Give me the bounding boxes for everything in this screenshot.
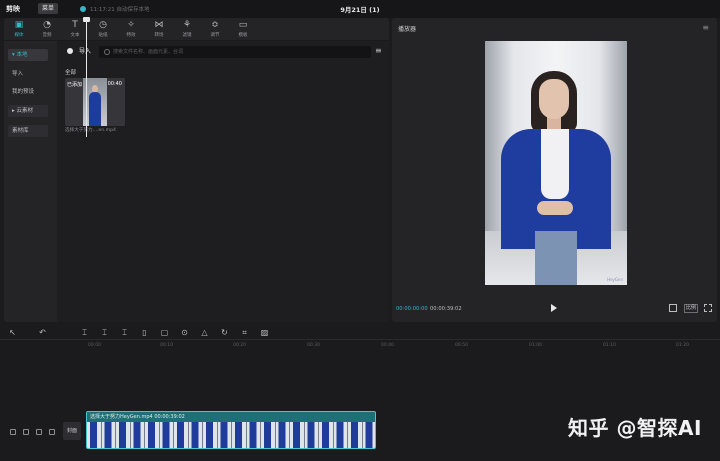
duration-badge: 00:40 [107,81,122,87]
crop-icon[interactable]: ⌗ [240,328,249,337]
preview-hands [537,201,573,215]
ruler-tick: 00:40 [381,343,394,348]
ruler-tick: 00:10 [160,343,173,348]
cursor-icon[interactable]: ↖ [8,328,17,337]
side-nav: ▾ 本地 导入 我的预设 ▸ 云素材 素材库 [4,41,52,322]
clip-filmstrip [87,422,375,448]
tab-transition[interactable]: ⋈ 转场 [146,20,172,40]
tab-audio[interactable]: ◔ 音频 [34,20,60,40]
tab-media[interactable]: ▣ 媒体 [6,20,32,40]
video-clip[interactable]: 选择大于努力HeyGen.mp4 00:00:39:02 [86,411,376,449]
tab-effects[interactable]: ✧ 特效 [118,20,144,40]
ruler-tick: 00:30 [307,343,320,348]
nav-cloud[interactable]: ▸ 云素材 [8,105,48,117]
transition-icon: ⋈ [154,20,164,30]
cover-button[interactable]: 封面 [63,422,81,440]
eye-icon[interactable] [36,429,42,435]
playhead-handle[interactable] [83,17,90,22]
delete-icon[interactable]: ▯ [140,328,149,337]
video-preview[interactable]: HeyGen [485,41,627,285]
total-timecode: 00:00:39:02 [430,306,462,312]
split-icon[interactable]: ⌶ [80,328,89,337]
tab-sticker[interactable]: ◷ 贴纸 [90,20,116,40]
nav-local[interactable]: ▾ 本地 [8,49,48,61]
tab-label: 文本 [70,33,80,38]
player-title: 播放器 [398,26,417,33]
tool-tabs: ▣ 媒体 ◔ 音频 T 文本 ◷ 贴纸 ✧ 特效 ⋈ 转场 ⚘ 滤镜 ≎ 调节 ▭ 模板 [4,18,389,41]
nav-my-presets[interactable]: 我的预设 [8,86,48,98]
heygen-watermark: HeyGen [607,277,623,282]
player-panel: 播放器 ≡ HeyGen 00:00:00:00 00:00:39:02 比例 [392,18,717,322]
import-button[interactable]: 导入 [79,46,91,55]
added-badge: 已添加 [67,82,83,88]
undo-icon[interactable]: ↶ [38,328,47,337]
list-view-icon[interactable]: ≡ [375,47,383,55]
section-label: 全部 [65,70,77,76]
tab-adjust[interactable]: ≎ 调节 [202,20,228,40]
split-left-icon[interactable]: ⌶ [100,328,109,337]
fit-view-icon[interactable] [669,304,677,312]
effects-icon: ✧ [127,20,135,30]
current-timecode: 00:00:00:00 [396,306,428,312]
mute-icon[interactable] [49,429,55,435]
timeline-toolbar: ↖ ↶ ⌶ ⌶ ⌶ ▯ ▢ ⊙ △ ↻ ⌗ ▨ [0,324,720,340]
audio-icon: ◔ [43,20,51,30]
tab-label: 媒体 [14,33,24,38]
ruler-tick: 00:50 [455,343,468,348]
menu-icon[interactable]: ≡ [702,23,709,32]
preview-face [539,79,569,119]
lock-icon[interactable] [23,429,29,435]
tab-label: 转场 [154,33,164,38]
ruler-tick: 01:20 [676,343,689,348]
title-bar: 剪映 菜单 11:17:21 自动保存本地 9月21日 (1) [0,0,720,18]
ratio-button[interactable]: 比例 [684,304,699,313]
tab-filter[interactable]: ⚘ 滤镜 [174,20,200,40]
playhead[interactable] [86,17,87,137]
ruler-tick: 00:00 [88,343,101,348]
zhihu-watermark: 知乎 @智探AI [568,416,702,440]
nav-import[interactable]: 导入 [8,68,48,80]
freeze-icon[interactable]: ▢ [160,328,169,337]
time-ruler[interactable]: 00:00 00:10 00:20 00:30 00:40 00:50 01:0… [86,341,720,351]
search-input[interactable] [113,46,363,58]
clip-label: 选择大于努力HeyGen.mp4 00:00:39:02 [90,414,185,420]
tab-label: 滤镜 [182,33,192,38]
split-right-icon[interactable]: ⌶ [120,328,129,337]
tab-label: 特效 [126,33,136,38]
rotate-icon[interactable]: ↻ [220,328,229,337]
search-box[interactable] [99,46,371,58]
ruler-tick: 01:00 [529,343,542,348]
fullscreen-icon[interactable] [704,304,712,312]
track-toggle-icon[interactable] [10,429,16,435]
media-area: 导入 ≡ 全部 已添加 00:40 选择大于努力....en.mp4 [57,41,389,322]
media-panel: ▣ 媒体 ◔ 音频 T 文本 ◷ 贴纸 ✧ 特效 ⋈ 转场 ⚘ 滤镜 ≎ 调节 ▭ 模板 ▾ 本地… [4,18,389,322]
tab-template[interactable]: ▭ 模板 [230,20,256,40]
reverse-icon[interactable]: ⊙ [180,328,189,337]
media-filename: 选择大于努力....en.mp4 [65,128,116,133]
preview-jeans [535,231,577,285]
ruler-tick: 00:20 [233,343,246,348]
preview-shirt [541,129,569,199]
tab-label: 模板 [238,33,248,38]
thumbnail-figure [89,92,101,126]
tab-label: 调节 [210,33,220,38]
search-icon [104,49,110,55]
sticker-icon: ◷ [99,20,107,30]
adjust-icon: ≎ [211,20,219,30]
play-button[interactable] [551,304,557,312]
filter-icon: ⚘ [182,20,192,30]
media-thumbnail[interactable]: 已添加 00:40 [65,78,125,126]
tab-label: 贴纸 [98,33,108,38]
tab-text[interactable]: T 文本 [62,20,88,40]
nav-library[interactable]: 素材库 [8,125,48,137]
mirror-icon[interactable]: △ [200,328,209,337]
media-icon: ▣ [14,20,24,30]
tab-label: 音频 [42,33,52,38]
add-icon [67,48,73,54]
document-title: 9月21日 (1) [340,6,380,14]
ruler-tick: 01:10 [603,343,616,348]
image-icon[interactable]: ▨ [260,328,269,337]
template-icon: ▭ [238,20,248,30]
